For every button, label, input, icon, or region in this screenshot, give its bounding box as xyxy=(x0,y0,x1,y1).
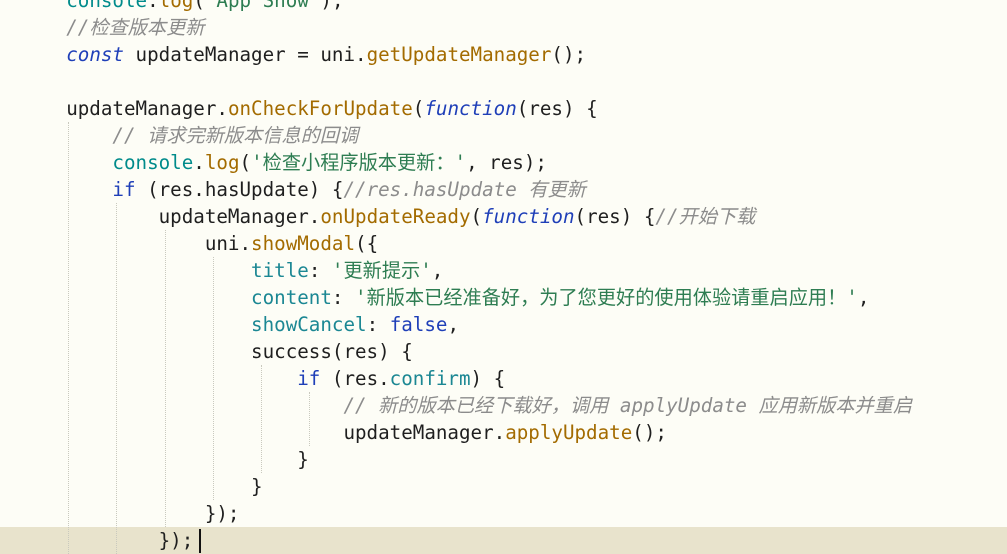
code-token-method: showModal xyxy=(251,232,356,255)
code-token-var: console xyxy=(112,151,194,174)
code-line[interactable]: }); xyxy=(0,500,1007,527)
code-token-punct: ( xyxy=(412,97,425,120)
code-token-punct: (); xyxy=(632,421,667,444)
indent-guide xyxy=(309,392,311,446)
code-token-punct: , xyxy=(431,259,444,282)
code-token-punct: ); xyxy=(320,0,344,12)
indent-guide xyxy=(261,365,262,473)
code-token-keyword: const xyxy=(66,43,124,66)
code-token-method: onCheckForUpdate xyxy=(227,97,413,120)
code-token-punct: (res. xyxy=(320,367,390,390)
code-token-method: getUpdateManager xyxy=(366,43,552,66)
code-token-method: log xyxy=(204,151,240,174)
code-line[interactable]: showCancel: false, xyxy=(0,311,1007,338)
code-line[interactable]: // 请求完新版本信息的回调 xyxy=(0,122,1007,149)
code-token-comment: //开始下载 xyxy=(655,205,756,228)
code-line[interactable]: updateManager.applyUpdate(); xyxy=(0,419,1007,446)
code-line[interactable]: }); xyxy=(0,527,1007,554)
code-token-comment: //检查版本更新 xyxy=(66,16,205,39)
code-token-comment: // 新的版本已经下载好，调用 applyUpdate 应用新版本并重启 xyxy=(343,394,913,417)
code-token-method: applyUpdate xyxy=(505,421,633,444)
code-token-string: '新版本已经准备好，为了您更好的使用体验请重启应用！' xyxy=(355,286,858,309)
code-token-punct: , xyxy=(447,313,460,336)
code-line[interactable]: const updateManager = uni.getUpdateManag… xyxy=(0,41,1007,68)
code-token-string: '更新提示' xyxy=(331,259,432,282)
code-token-plain: updateManager. xyxy=(20,421,506,444)
code-token-prop: content xyxy=(251,286,332,309)
code-token-plain: updateManager = uni. xyxy=(123,43,367,66)
code-line[interactable]: updateManager.onUpdateReady(function(res… xyxy=(0,203,1007,230)
code-token-string: 'App Show' xyxy=(204,0,321,12)
code-line[interactable]: title: '更新提示', xyxy=(0,257,1007,284)
code-token-plain: updateManager. xyxy=(20,97,228,120)
code-line[interactable]: //检查版本更新 xyxy=(0,14,1007,41)
code-line[interactable]: updateManager.onCheckForUpdate(function(… xyxy=(0,95,1007,122)
code-token-punct: ( xyxy=(239,151,252,174)
code-token-punct: ( xyxy=(470,205,483,228)
code-token-punct: . xyxy=(193,151,205,174)
code-token-plain: }); xyxy=(20,502,240,525)
code-line[interactable]: if (res.confirm) { xyxy=(0,365,1007,392)
code-token-plain: }); xyxy=(20,529,194,552)
code-token-plain: } xyxy=(20,475,263,498)
code-token-method: onUpdateReady xyxy=(320,205,471,228)
code-token-punct: : xyxy=(366,313,390,336)
code-token-comment: // 请求完新版本信息的回调 xyxy=(112,124,359,147)
code-token-comment: //res.hasUpdate 有更新 xyxy=(343,178,586,201)
code-token-plain: success(res) { xyxy=(20,340,413,363)
code-token-punct: (res.hasUpdate) { xyxy=(135,178,344,201)
code-token-string: '检查小程序版本更新：' xyxy=(251,151,467,174)
code-token-keyword: function xyxy=(424,97,517,120)
code-editor[interactable]: console.log('App Show'); //检查版本更新 const … xyxy=(0,0,1007,554)
indent-guide xyxy=(68,122,70,554)
indent-guide xyxy=(164,230,166,527)
code-line[interactable]: } xyxy=(0,473,1007,500)
code-token-punct: ( xyxy=(193,0,205,12)
code-token-punct: , xyxy=(857,286,870,309)
code-token-prop: title xyxy=(251,259,309,282)
code-token-prop: showCancel xyxy=(251,313,367,336)
code-token-method: log xyxy=(158,0,194,12)
code-line[interactable]: console.log('检查小程序版本更新：', res); xyxy=(0,149,1007,176)
code-line[interactable]: content: '新版本已经准备好，为了您更好的使用体验请重启应用！', xyxy=(0,284,1007,311)
code-token-prop: confirm xyxy=(389,367,471,390)
code-token-punct: : xyxy=(331,286,356,309)
code-line[interactable]: success(res) { xyxy=(0,338,1007,365)
code-token-punct: (); xyxy=(551,43,587,66)
code-token-keyword: function xyxy=(482,205,575,228)
code-token-bool: false xyxy=(389,313,448,336)
code-token-punct: : xyxy=(308,259,332,282)
code-token-control: if xyxy=(112,178,136,201)
indent-guide xyxy=(212,257,214,500)
code-token-control: if xyxy=(297,367,321,390)
code-token-punct: . xyxy=(147,0,159,12)
code-token-punct: , res); xyxy=(466,151,547,174)
code-line[interactable]: uni.showModal({ xyxy=(0,230,1007,257)
text-caret xyxy=(198,529,201,553)
code-line[interactable]: console.log('App Show'); xyxy=(0,0,1007,14)
code-token-var: console xyxy=(66,0,148,12)
code-token-punct: (res) { xyxy=(574,205,656,228)
code-line[interactable]: // 新的版本已经下载好，调用 applyUpdate 应用新版本并重启 xyxy=(0,392,1007,419)
code-line[interactable]: } xyxy=(0,446,1007,473)
code-token-punct: ) { xyxy=(470,367,506,390)
code-line[interactable] xyxy=(0,68,1007,95)
code-line[interactable]: if (res.hasUpdate) {//res.hasUpdate 有更新 xyxy=(0,176,1007,203)
code-token-plain: uni. xyxy=(20,232,252,255)
code-token-punct: ({ xyxy=(355,232,379,255)
indent-guide xyxy=(116,203,118,554)
code-token-plain: updateManager. xyxy=(20,205,321,228)
code-token-punct: (res) { xyxy=(516,97,598,120)
